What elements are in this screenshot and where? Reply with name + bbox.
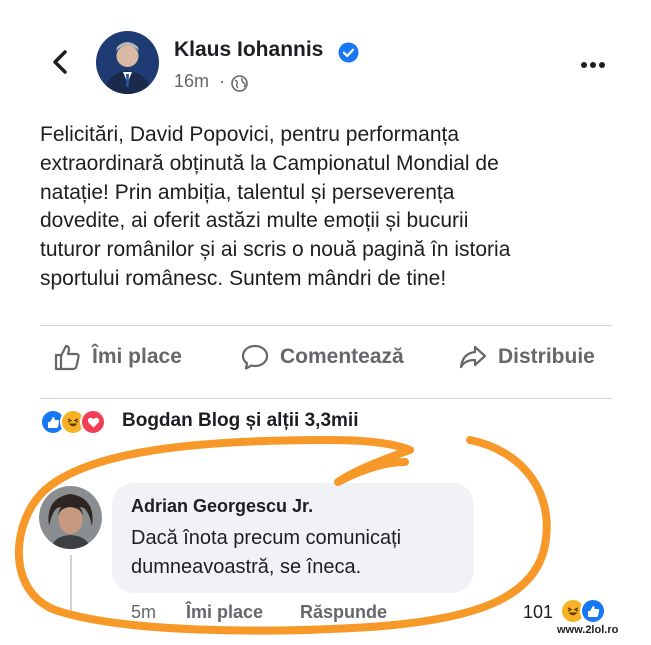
thread-line	[70, 555, 72, 615]
comment-line: Dacă înota precum comunicați	[131, 527, 402, 549]
back-button[interactable]	[44, 40, 78, 84]
more-options-icon[interactable]	[579, 57, 607, 68]
post-body: Felicitări, David Popovici, pentru perfo…	[40, 121, 580, 294]
post-line: dovedite, ai oferit astăzi multe emoții …	[40, 209, 469, 233]
share-arrow-icon	[459, 345, 487, 369]
like-label: Îmi place	[92, 345, 182, 368]
thumbs-up-icon	[54, 344, 80, 371]
reaction-icons[interactable]	[40, 407, 106, 437]
globe-icon	[231, 75, 248, 92]
comment-label: Comentează	[280, 345, 404, 368]
comment-timestamp[interactable]: 5m	[131, 602, 156, 623]
separator-dot: ·	[219, 71, 225, 91]
chevron-left-icon	[53, 50, 67, 74]
comment-body: Dacă înota precum comunicați dumneavoast…	[131, 524, 471, 582]
love-reaction-icon	[80, 409, 106, 435]
divider	[40, 325, 612, 326]
comment-button[interactable]: Comentează	[240, 339, 404, 375]
comment-line: dumneavoastră, se îneca.	[131, 556, 362, 578]
author-name[interactable]: Klaus Iohannis	[174, 38, 323, 62]
post-line: tuturor românilor și ai scris o nouă pag…	[40, 238, 511, 262]
reaction-summary[interactable]: Bogdan Blog și alții 3,3mii	[122, 410, 358, 432]
commenter-avatar[interactable]	[39, 486, 102, 549]
post-line: Felicitări, David Popovici, pentru perfo…	[40, 123, 460, 146]
comment-reaction-count[interactable]: 101	[523, 602, 553, 623]
watermark: www.2lol.ro	[557, 624, 619, 636]
post-line: sportului românesc. Suntem mândri de tin…	[40, 266, 447, 290]
comment-reaction-icons[interactable]	[560, 598, 606, 624]
verified-badge-icon	[338, 42, 359, 63]
divider	[40, 398, 612, 399]
author-avatar[interactable]	[96, 31, 159, 94]
share-button[interactable]: Distribuie	[458, 339, 595, 375]
post-timestamp[interactable]: 16m	[174, 71, 209, 92]
share-label: Distribuie	[498, 345, 595, 368]
like-reaction-icon	[580, 598, 606, 624]
like-button[interactable]: Îmi place	[52, 339, 182, 375]
post-line: natație! Prin ambiția, talentul și perse…	[40, 180, 455, 204]
comment-bubble-icon	[241, 344, 269, 370]
comment-reply-button[interactable]: Răspunde	[300, 602, 387, 623]
commenter-name[interactable]: Adrian Georgescu Jr.	[131, 496, 313, 517]
comment-like-button[interactable]: Îmi place	[186, 602, 263, 623]
post-line: extraordinară obținută la Campionatul Mo…	[40, 151, 499, 175]
